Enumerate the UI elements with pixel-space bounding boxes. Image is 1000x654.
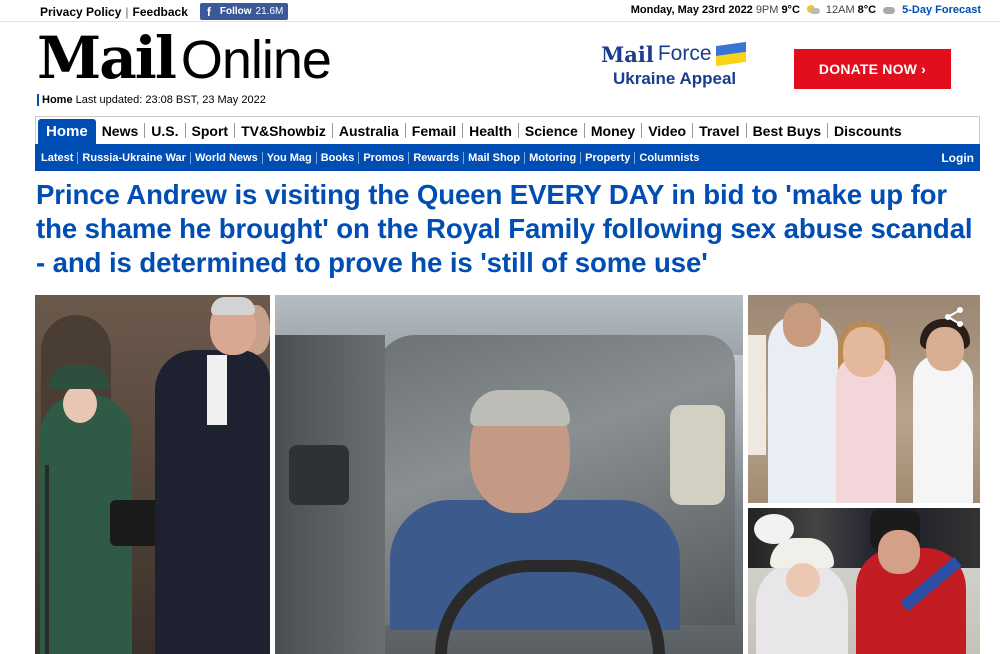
nav-news[interactable]: News	[96, 123, 146, 139]
top-links: Privacy Policy | Feedback f Follow 21.6M	[40, 3, 289, 20]
nav-discounts[interactable]: Discounts	[828, 123, 908, 139]
last-updated: Home Last updated: 23:08 BST, 23 May 202…	[37, 94, 266, 106]
weather-time-1: 9PM	[755, 4, 779, 16]
mail-force-force: Force	[657, 42, 712, 65]
photo-detail	[748, 335, 766, 455]
nav-science[interactable]: Science	[519, 123, 585, 139]
nav-sport[interactable]: Sport	[186, 123, 236, 139]
subnav-you-mag[interactable]: You Mag	[263, 151, 317, 164]
secondary-nav: Latest Russia-Ukraine War World News You Ma…	[35, 144, 980, 171]
mail-force-mail: Mail	[601, 41, 654, 67]
weather-time-2: 12AM	[825, 4, 855, 16]
nav-money[interactable]: Money	[585, 123, 643, 139]
photo-detail	[783, 303, 821, 347]
top-utility-bar: Privacy Policy | Feedback f Follow 21.6M…	[0, 0, 1000, 22]
photo-queen-and-andrew[interactable]	[35, 295, 270, 654]
home-label: Home	[42, 94, 73, 106]
photo-detail	[289, 445, 349, 505]
photo-detail	[49, 365, 109, 389]
photo-detail	[913, 355, 973, 503]
follow-label: Follow	[219, 6, 252, 17]
photo-detail	[63, 385, 97, 423]
five-day-forecast-link[interactable]: 5-Day Forecast	[902, 4, 981, 16]
weather-temp-1: 9°C	[781, 4, 800, 16]
photo-detail	[670, 405, 725, 505]
photo-detail	[843, 327, 885, 377]
logo-online: Online	[180, 30, 332, 90]
weather-temp-2: 8°C	[857, 4, 877, 16]
nav-video[interactable]: Video	[642, 123, 694, 139]
subnav-columnists[interactable]: Columnists	[635, 152, 703, 164]
nav-femail[interactable]: Femail	[406, 123, 464, 139]
logo-mail: Mail	[37, 24, 177, 92]
subnav-promos[interactable]: Promos	[359, 151, 410, 164]
mailonline-logo[interactable]: Mail Online	[37, 24, 332, 92]
subnav-property[interactable]: Property	[581, 151, 636, 164]
article-headline[interactable]: Prince Andrew is visiting the Queen EVER…	[36, 178, 981, 280]
mail-force-ukraine-appeal[interactable]: Mail Force Ukraine Appeal	[601, 41, 776, 89]
nav-tv-showbiz[interactable]: TV&Showbiz	[235, 123, 333, 139]
date-weather: Monday, May 23rd 2022 9PM 9°C 12AM 8°C 5…	[631, 4, 981, 16]
share-icon[interactable]	[940, 303, 968, 331]
nav-best-buys[interactable]: Best Buys	[747, 123, 829, 139]
mail-force-logo: Mail Force	[601, 41, 776, 67]
nav-u-s-[interactable]: U.S.	[145, 123, 186, 139]
photo-detail	[836, 355, 896, 503]
subnav-books[interactable]: Books	[317, 151, 360, 164]
current-date: Monday, May 23rd 2022	[630, 4, 753, 16]
subnav-latest[interactable]: Latest	[40, 151, 79, 164]
privacy-policy-link[interactable]: Privacy Policy	[40, 5, 121, 19]
photo-detail	[45, 465, 49, 654]
photo-detail	[211, 297, 255, 315]
cloud-icon	[882, 5, 896, 15]
photo-detail	[878, 530, 920, 574]
feedback-link[interactable]: Feedback	[133, 5, 188, 19]
primary-nav: Home News U.S. Sport TV&Showbiz Australia Fema…	[35, 116, 980, 144]
facebook-follow-button[interactable]: f Follow 21.6M	[199, 3, 289, 20]
photo-detail	[207, 355, 227, 425]
nav-travel[interactable]: Travel	[693, 123, 747, 139]
ukraine-appeal-label: Ukraine Appeal	[613, 69, 737, 88]
photo-detail	[786, 563, 820, 597]
subnav-rewards[interactable]: Rewards	[409, 151, 465, 164]
subnav-world-news[interactable]: World News	[191, 151, 263, 164]
photo-detail	[470, 390, 570, 426]
subnav-mail-shop[interactable]: Mail Shop	[464, 151, 526, 164]
ukraine-flag-icon	[715, 41, 746, 67]
login-link[interactable]: Login	[941, 151, 974, 165]
last-updated-text: Last updated: 23:08 BST, 23 May 2022	[75, 94, 266, 106]
photo-andrew-driving[interactable]	[275, 295, 743, 654]
subnav-russia-ukraine-war[interactable]: Russia-Ukraine War	[78, 151, 191, 164]
photo-andrew-group[interactable]	[748, 295, 980, 503]
subnav-motoring[interactable]: Motoring	[525, 151, 582, 164]
nav-home[interactable]: Home	[38, 119, 96, 144]
nav-australia[interactable]: Australia	[333, 123, 406, 139]
follower-count: 21.6M	[255, 6, 284, 17]
donate-now-button[interactable]: DONATE NOW ›	[794, 49, 951, 89]
photo-detail	[926, 327, 964, 371]
photo-trooping-colour[interactable]	[748, 508, 980, 654]
separator: |	[125, 4, 129, 19]
facebook-icon: f	[206, 4, 211, 19]
nav-health[interactable]: Health	[463, 123, 519, 139]
sun-cloud-icon	[806, 5, 820, 15]
